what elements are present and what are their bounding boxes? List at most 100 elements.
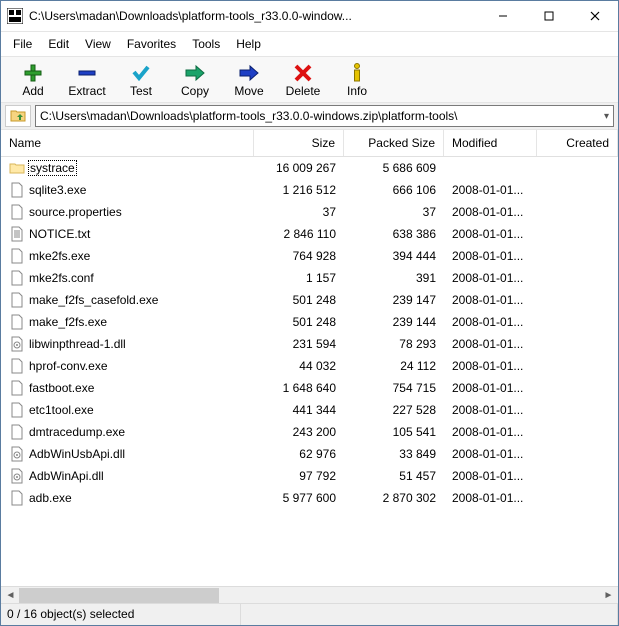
file-modified: 2008-01-01... xyxy=(444,359,537,373)
file-packed: 51 457 xyxy=(344,469,444,483)
file-name: mke2fs.exe xyxy=(29,249,90,263)
file-modified: 2008-01-01... xyxy=(444,293,537,307)
file-packed: 2 870 302 xyxy=(344,491,444,505)
file-name: NOTICE.txt xyxy=(29,227,90,241)
close-button[interactable] xyxy=(572,1,618,31)
list-item[interactable]: etc1tool.exe441 344227 5282008-01-01... xyxy=(1,399,618,421)
menu-help[interactable]: Help xyxy=(228,34,269,54)
file-size: 5 977 600 xyxy=(254,491,344,505)
list-item[interactable]: AdbWinUsbApi.dll62 97633 8492008-01-01..… xyxy=(1,443,618,465)
exe-icon xyxy=(9,314,25,330)
path-box[interactable]: C:\Users\madan\Downloads\platform-tools_… xyxy=(35,105,614,127)
file-size: 501 248 xyxy=(254,293,344,307)
file-size: 243 200 xyxy=(254,425,344,439)
exe-icon xyxy=(9,182,25,198)
file-packed: 37 xyxy=(344,205,444,219)
file-name: make_f2fs.exe xyxy=(29,315,107,329)
info-button[interactable]: Info xyxy=(331,61,383,100)
test-button[interactable]: Test xyxy=(115,61,167,100)
chevron-down-icon[interactable]: ▾ xyxy=(600,111,609,122)
menu-tools[interactable]: Tools xyxy=(184,34,228,54)
file-name: mke2fs.conf xyxy=(29,271,94,285)
file-list[interactable]: systrace16 009 2675 686 609sqlite3.exe1 … xyxy=(1,157,618,586)
toolbar-label: Extract xyxy=(68,84,105,98)
menu-edit[interactable]: Edit xyxy=(40,34,77,54)
list-item[interactable]: mke2fs.exe764 928394 4442008-01-01... xyxy=(1,245,618,267)
delete-button[interactable]: Delete xyxy=(277,61,329,100)
scroll-left-icon[interactable]: ◄ xyxy=(2,588,19,603)
dll-icon xyxy=(9,468,25,484)
exe-icon xyxy=(9,424,25,440)
move-button[interactable]: Move xyxy=(223,61,275,100)
exe-icon xyxy=(9,380,25,396)
file-modified: 2008-01-01... xyxy=(444,183,537,197)
x-icon xyxy=(291,63,315,83)
file-name: etc1tool.exe xyxy=(29,403,94,417)
file-modified: 2008-01-01... xyxy=(444,403,537,417)
list-item[interactable]: libwinpthread-1.dll231 59478 2932008-01-… xyxy=(1,333,618,355)
file-size: 1 216 512 xyxy=(254,183,344,197)
file-size: 764 928 xyxy=(254,249,344,263)
list-item[interactable]: source.properties37372008-01-01... xyxy=(1,201,618,223)
scroll-right-icon[interactable]: ► xyxy=(600,588,617,603)
list-item[interactable]: fastboot.exe1 648 640754 7152008-01-01..… xyxy=(1,377,618,399)
status-selection: 0 / 16 object(s) selected xyxy=(1,604,241,625)
dll-icon xyxy=(9,446,25,462)
list-item[interactable]: hprof-conv.exe44 03224 1122008-01-01... xyxy=(1,355,618,377)
file-size: 231 594 xyxy=(254,337,344,351)
exe-icon xyxy=(9,490,25,506)
list-item[interactable]: dmtracedump.exe243 200105 5412008-01-01.… xyxy=(1,421,618,443)
title-bar: C:\Users\madan\Downloads\platform-tools_… xyxy=(1,1,618,32)
file-name: systrace xyxy=(29,161,76,175)
file-packed: 78 293 xyxy=(344,337,444,351)
file-packed: 33 849 xyxy=(344,447,444,461)
list-item[interactable]: systrace16 009 2675 686 609 xyxy=(1,157,618,179)
list-item[interactable]: NOTICE.txt2 846 110638 3862008-01-01... xyxy=(1,223,618,245)
column-created[interactable]: Created xyxy=(537,130,618,156)
scroll-thumb[interactable] xyxy=(19,588,219,603)
exe-icon xyxy=(9,292,25,308)
list-item[interactable]: make_f2fs.exe501 248239 1442008-01-01... xyxy=(1,311,618,333)
exe-icon xyxy=(9,248,25,264)
menu-bar: File Edit View Favorites Tools Help xyxy=(1,32,618,57)
file-name: adb.exe xyxy=(29,491,72,505)
list-header: Name Size Packed Size Modified Created xyxy=(1,130,618,157)
file-size: 2 846 110 xyxy=(254,227,344,241)
file-packed: 638 386 xyxy=(344,227,444,241)
file-name: hprof-conv.exe xyxy=(29,359,108,373)
menu-file[interactable]: File xyxy=(5,34,40,54)
horizontal-scrollbar[interactable]: ◄ ► xyxy=(1,586,618,603)
file-packed: 24 112 xyxy=(344,359,444,373)
file-modified: 2008-01-01... xyxy=(444,337,537,351)
list-item[interactable]: adb.exe5 977 6002 870 3022008-01-01... xyxy=(1,487,618,509)
file-modified: 2008-01-01... xyxy=(444,315,537,329)
maximize-button[interactable] xyxy=(526,1,572,31)
list-item[interactable]: mke2fs.conf1 1573912008-01-01... xyxy=(1,267,618,289)
menu-favorites[interactable]: Favorites xyxy=(119,34,184,54)
arrow-right-icon xyxy=(183,63,207,83)
menu-view[interactable]: View xyxy=(77,34,119,54)
file-size: 97 792 xyxy=(254,469,344,483)
column-name[interactable]: Name xyxy=(1,130,254,156)
list-item[interactable]: sqlite3.exe1 216 512666 1062008-01-01... xyxy=(1,179,618,201)
column-size[interactable]: Size xyxy=(254,130,344,156)
list-item[interactable]: AdbWinApi.dll97 79251 4572008-01-01... xyxy=(1,465,618,487)
toolbar-label: Test xyxy=(130,84,152,98)
info-icon xyxy=(345,63,369,83)
column-modified[interactable]: Modified xyxy=(444,130,537,156)
folder-up-icon xyxy=(10,107,26,126)
app-icon-7z xyxy=(7,8,23,24)
file-name: make_f2fs_casefold.exe xyxy=(29,293,158,307)
minimize-button[interactable] xyxy=(480,1,526,31)
copy-button[interactable]: Copy xyxy=(169,61,221,100)
add-button[interactable]: Add xyxy=(7,61,59,100)
up-button[interactable] xyxy=(5,105,31,127)
column-packed[interactable]: Packed Size xyxy=(344,130,444,156)
file-icon xyxy=(9,270,25,286)
extract-button[interactable]: Extract xyxy=(61,61,113,100)
list-item[interactable]: make_f2fs_casefold.exe501 248239 1472008… xyxy=(1,289,618,311)
scroll-track[interactable] xyxy=(19,588,600,603)
exe-icon xyxy=(9,358,25,374)
folder-icon xyxy=(9,160,25,176)
minus-icon xyxy=(75,63,99,83)
